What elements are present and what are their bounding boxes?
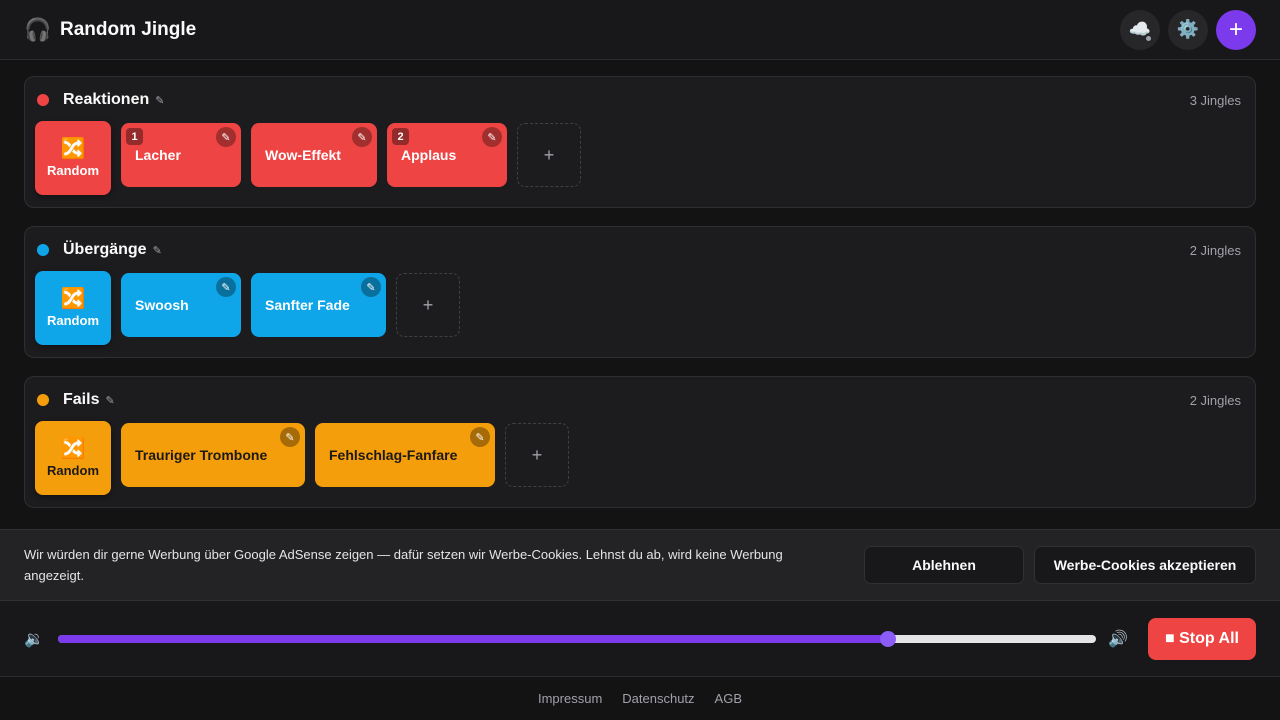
category-reaktionen: Reaktionen ✎ 3 Jingles 🔀 Random 1 Lacher…	[24, 76, 1256, 208]
edit-jingle-icon[interactable]: ✎	[470, 427, 490, 447]
category-header: Fails ✎	[35, 377, 1245, 423]
jingle-label: Applaus	[401, 147, 457, 163]
footer-link-agb[interactable]: AGB	[715, 691, 742, 706]
volume-slider[interactable]	[58, 630, 1096, 647]
edit-jingle-icon[interactable]: ✎	[482, 127, 502, 147]
category-color-dot[interactable]	[37, 394, 49, 406]
footer-link-impressum[interactable]: Impressum	[538, 691, 602, 706]
shuffle-icon: 🔀	[60, 437, 86, 460]
random-play-button[interactable]: 🔀 Random	[35, 121, 111, 195]
sync-status-dot	[1144, 33, 1153, 43]
category-title: Fails	[63, 391, 100, 408]
jingle-label: Swoosh	[135, 297, 189, 313]
jingle-count: 2 Jingles	[1189, 393, 1241, 408]
plus-icon: +	[422, 294, 434, 315]
category-list: Reaktionen ✎ 3 Jingles 🔀 Random 1 Lacher…	[24, 76, 1256, 526]
gear-icon: ⚙️	[1176, 19, 1200, 39]
category-title: Übergänge	[63, 241, 147, 258]
edit-category-icon[interactable]: ✎	[155, 94, 164, 107]
app-title-text: Random Jingle	[60, 18, 197, 40]
jingle-pad[interactable]: Sanfter Fade ✎	[251, 273, 386, 337]
add-jingle-button[interactable]: +	[517, 123, 581, 187]
edit-jingle-icon[interactable]: ✎	[280, 427, 300, 447]
cookie-actions: Ablehnen Werbe-Cookies akzeptieren	[864, 546, 1256, 584]
add-jingle-button[interactable]: +	[505, 423, 569, 487]
shuffle-icon: 🔀	[60, 137, 86, 160]
footer: Impressum Datenschutz AGB	[0, 677, 1280, 720]
hotkey-badge: 2	[392, 128, 409, 145]
jingle-label: Trauriger Trombone	[135, 447, 268, 463]
app-title: 🎧 Random Jingle	[24, 17, 196, 43]
edit-jingle-icon[interactable]: ✎	[216, 127, 236, 147]
stop-all-button[interactable]: ■ Stop All	[1148, 617, 1256, 660]
jingle-count: 3 Jingles	[1189, 93, 1241, 108]
jingle-pad[interactable]: 1 Lacher ✎	[121, 123, 241, 187]
category-uebergaenge: Übergänge ✎ 2 Jingles 🔀 Random Swoosh ✎ …	[24, 226, 1256, 358]
jingle-label: Wow-Effekt	[265, 147, 341, 163]
cookie-text: Wir würden dir gerne Werbung über Google…	[24, 547, 783, 583]
jingle-pad[interactable]: Trauriger Trombone ✎	[121, 423, 305, 487]
volume-low-icon: 🔉	[24, 630, 44, 648]
random-label: Random	[47, 462, 99, 478]
app-header: 🎧 Random Jingle ☁️ ⚙️ +	[0, 0, 1280, 60]
jingle-pad[interactable]: Wow-Effekt ✎	[251, 123, 377, 187]
edit-jingle-icon[interactable]: ✎	[361, 277, 381, 297]
add-jingle-button[interactable]: +	[396, 273, 460, 337]
footer-link-datenschutz[interactable]: Datenschutz	[622, 691, 694, 706]
category-header: Übergänge ✎	[35, 227, 1245, 273]
random-label: Random	[47, 312, 99, 328]
edit-jingle-icon[interactable]: ✎	[352, 127, 372, 147]
category-header: Reaktionen ✎	[35, 77, 1245, 123]
volume-fill	[58, 634, 889, 643]
jingle-label: Lacher	[135, 147, 181, 163]
cloud-sync-button[interactable]: ☁️	[1120, 9, 1160, 50]
jingle-pads: 🔀 Random Swoosh ✎ Sanfter Fade ✎ +	[35, 271, 1245, 345]
plus-icon: +	[531, 444, 543, 465]
jingle-pad[interactable]: Fehlschlag-Fanfare ✎	[315, 423, 495, 487]
jingle-label: Fehlschlag-Fanfare	[329, 447, 458, 463]
jingle-label: Sanfter Fade	[265, 297, 350, 313]
volume-thumb[interactable]	[880, 630, 897, 647]
player-bar: 🔉 🔊 ■ Stop All	[0, 601, 1280, 677]
category-fails: Fails ✎ 2 Jingles 🔀 Random Trauriger Tro…	[24, 376, 1256, 508]
headphones-icon: 🎧	[24, 16, 52, 42]
jingle-pad[interactable]: Swoosh ✎	[121, 273, 241, 337]
settings-button[interactable]: ⚙️	[1168, 9, 1208, 50]
edit-category-icon[interactable]: ✎	[105, 394, 114, 407]
accept-cookies-button[interactable]: Werbe-Cookies akzeptieren	[1034, 546, 1256, 584]
jingle-count: 2 Jingles	[1189, 243, 1241, 258]
jingle-pad[interactable]: 2 Applaus ✎	[387, 123, 507, 187]
edit-category-icon[interactable]: ✎	[153, 244, 162, 257]
plus-icon: +	[543, 144, 555, 165]
category-color-dot[interactable]	[37, 244, 49, 256]
add-category-button[interactable]: +	[1216, 9, 1256, 50]
category-title: Reaktionen	[63, 91, 150, 108]
hotkey-badge: 1	[126, 128, 143, 145]
edit-jingle-icon[interactable]: ✎	[216, 277, 236, 297]
random-label: Random	[47, 162, 99, 178]
random-play-button[interactable]: 🔀 Random	[35, 271, 111, 345]
category-color-dot[interactable]	[37, 94, 49, 106]
jingle-pads: 🔀 Random 1 Lacher ✎ Wow-Effekt ✎ 2 Appla…	[35, 121, 1245, 195]
volume-high-icon: 🔊	[1108, 630, 1128, 648]
shuffle-icon: 🔀	[60, 287, 86, 310]
cookie-banner: Wir würden dir gerne Werbung über Google…	[0, 529, 1280, 601]
decline-cookies-button[interactable]: Ablehnen	[864, 546, 1024, 584]
header-actions: ☁️ ⚙️ +	[1120, 9, 1256, 50]
random-play-button[interactable]: 🔀 Random	[35, 421, 111, 495]
jingle-pads: 🔀 Random Trauriger Trombone ✎ Fehlschlag…	[35, 421, 1245, 495]
plus-icon: +	[1228, 15, 1243, 43]
